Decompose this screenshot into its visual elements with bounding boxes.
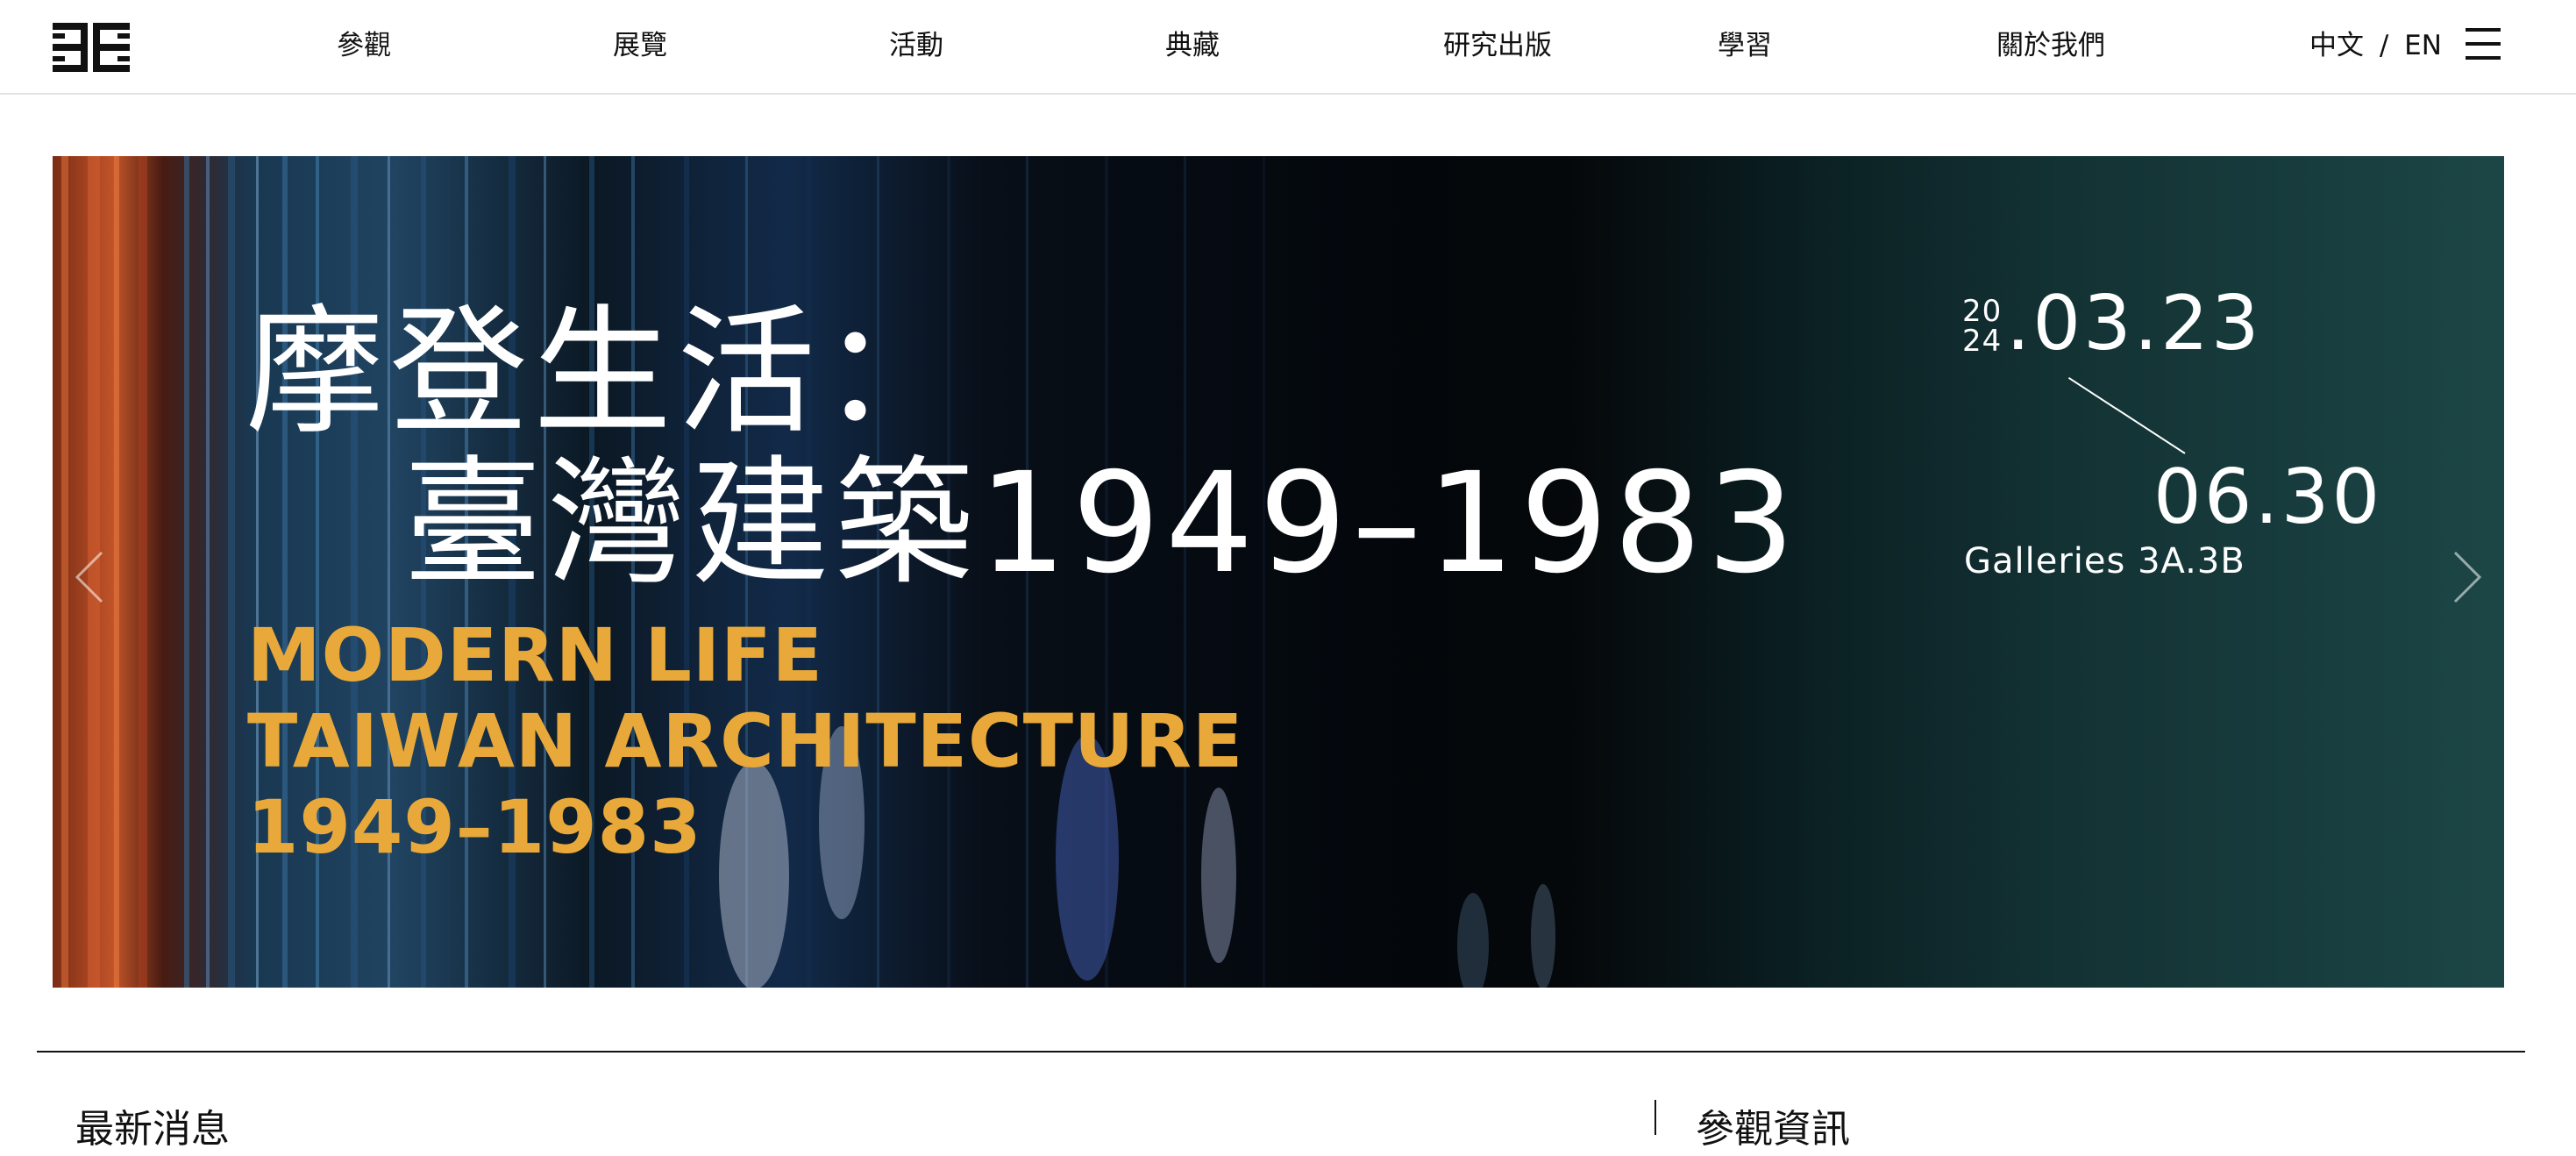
exhibition-year-bottom: 24 xyxy=(1962,324,2003,359)
exhibition-venue: Galleries 3A.3B xyxy=(1964,541,2245,582)
nav-item-collections[interactable]: 典藏 xyxy=(1165,26,1220,65)
column-separator xyxy=(1654,1100,1656,1135)
hero-title-en-line2: TAIWAN ARCHITECTURE xyxy=(247,698,1244,784)
hero-title-en: MODERN LIFE TAIWAN ARCHITECTURE 1949–198… xyxy=(247,612,1243,870)
hero-title-en-line1: MODERN LIFE xyxy=(247,612,823,698)
museum-logo-icon[interactable] xyxy=(53,23,130,72)
nav-item-events[interactable]: 活動 xyxy=(889,26,943,65)
language-switcher: 中文 / EN xyxy=(2309,26,2442,65)
nav-item-exhibitions[interactable]: 展覽 xyxy=(613,26,667,65)
section-divider xyxy=(37,1051,2525,1053)
news-section-title: 最新消息 xyxy=(75,1107,230,1152)
exhibition-start-date: .03.23 xyxy=(2006,280,2262,367)
exhibition-year: 20 24 xyxy=(1962,296,2002,356)
site-header: 參觀 展覽 活動 典藏 研究出版 學習 關於我們 中文 / EN xyxy=(0,0,2576,95)
chevron-left-icon[interactable] xyxy=(63,542,116,612)
hamburger-menu-icon[interactable] xyxy=(2464,26,2502,61)
lang-zh-link[interactable]: 中文 xyxy=(2309,30,2364,61)
exhibition-end-date: 06.30 xyxy=(2153,453,2383,541)
nav-item-research-publications[interactable]: 研究出版 xyxy=(1443,26,1552,65)
nav-item-learning[interactable]: 學習 xyxy=(1718,26,1772,65)
nav-item-visit[interactable]: 參觀 xyxy=(337,26,391,65)
hero-banner[interactable]: 摩登生活： 臺灣建築1949–1983 MODERN LIFE TAIWAN A… xyxy=(53,156,2504,988)
nav-item-about-us[interactable]: 關於我們 xyxy=(1996,26,2105,65)
lang-en-link[interactable]: EN xyxy=(2404,30,2442,61)
hero-title-zh-line1: 摩登生活： xyxy=(246,292,964,453)
lang-separator: / xyxy=(2379,30,2389,61)
exhibition-year-top: 20 xyxy=(1962,294,2003,329)
hero-title-en-line3: 1949–1983 xyxy=(247,784,702,870)
chevron-right-icon[interactable] xyxy=(2441,542,2494,612)
visit-info-section-title: 參觀資訊 xyxy=(1696,1107,1850,1152)
hero-title-zh-line2: 臺灣建築1949–1983 xyxy=(403,443,1801,604)
